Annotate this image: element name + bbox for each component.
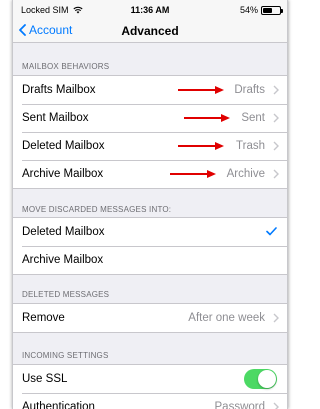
battery-fill — [263, 7, 272, 13]
row-label: Remove — [22, 312, 65, 324]
annotation-arrow — [178, 142, 224, 150]
phone-frame: Locked SIM 11:36 AM 54% Account Advanced — [12, 0, 288, 409]
chevron-right-icon — [273, 141, 279, 151]
section-header-incoming: INCOMING SETTINGS — [13, 346, 287, 364]
sent-mailbox-row[interactable]: Sent Mailbox Sent — [13, 104, 287, 132]
use-ssl-row: Use SSL — [13, 365, 287, 393]
chevron-right-icon — [273, 313, 279, 323]
chevron-right-icon — [273, 85, 279, 95]
navigation-bar: Account Advanced — [13, 20, 287, 43]
battery-percent: 54% — [239, 5, 258, 15]
use-ssl-toggle[interactable] — [244, 369, 277, 389]
section-header-label: DELETED MESSAGES — [22, 290, 110, 299]
discard-archive-mailbox-option[interactable]: Archive Mailbox — [13, 246, 287, 274]
remove-row[interactable]: Remove After one week — [13, 304, 287, 332]
incoming-settings-group: Use SSL Authentication Password — [13, 364, 287, 409]
section-header-label: MAILBOX BEHAVIORS — [22, 62, 110, 71]
discard-deleted-mailbox-option[interactable]: Deleted Mailbox — [13, 218, 287, 246]
discarded-group: Deleted Mailbox Archive Mailbox — [13, 217, 287, 275]
row-value: Drafts — [234, 84, 265, 96]
annotation-arrow — [178, 86, 224, 94]
battery-icon — [261, 5, 283, 15]
section-header-deleted-messages: DELETED MESSAGES — [13, 285, 287, 303]
row-value: Trash — [236, 140, 265, 152]
row-label: Use SSL — [22, 373, 68, 385]
section-header-mailbox-behaviors: MAILBOX BEHAVIORS — [13, 57, 287, 75]
mailbox-behaviors-group: Drafts Mailbox Drafts Sent Mailbox Sent … — [13, 75, 287, 189]
row-label: Archive Mailbox — [22, 168, 104, 180]
annotation-arrow — [184, 114, 230, 122]
deleted-mailbox-row[interactable]: Deleted Mailbox Trash — [13, 132, 287, 160]
status-right: 54% — [239, 5, 283, 15]
row-value: After one week — [188, 312, 265, 324]
chevron-right-icon — [273, 113, 279, 123]
toggle-knob — [258, 370, 276, 388]
row-label: Authentication — [22, 401, 95, 409]
archive-mailbox-row[interactable]: Archive Mailbox Archive — [13, 160, 287, 188]
row-label: Sent Mailbox — [22, 112, 89, 124]
row-value: Sent — [241, 112, 265, 124]
row-value: Password — [214, 401, 266, 409]
checkmark-icon — [266, 227, 277, 236]
authentication-row[interactable]: Authentication Password — [13, 393, 287, 409]
chevron-right-icon — [273, 402, 279, 409]
row-label: Deleted Mailbox — [22, 226, 105, 238]
row-label: Archive Mailbox — [22, 254, 104, 266]
section-header-label: INCOMING SETTINGS — [22, 351, 109, 360]
row-value: Archive — [226, 168, 265, 180]
page-title: Advanced — [121, 24, 179, 38]
drafts-mailbox-row[interactable]: Drafts Mailbox Drafts — [13, 76, 287, 104]
row-label: Deleted Mailbox — [22, 140, 105, 152]
battery-cap — [281, 8, 283, 13]
row-label: Drafts Mailbox — [22, 84, 96, 96]
section-header-label: MOVE DISCARDED MESSAGES INTO: — [22, 205, 172, 214]
chevron-right-icon — [273, 169, 279, 179]
status-bar: Locked SIM 11:36 AM 54% — [13, 0, 287, 20]
annotation-arrow — [170, 170, 216, 178]
section-header-discarded: MOVE DISCARDED MESSAGES INTO: — [13, 200, 287, 218]
deleted-messages-group: Remove After one week — [13, 303, 287, 333]
